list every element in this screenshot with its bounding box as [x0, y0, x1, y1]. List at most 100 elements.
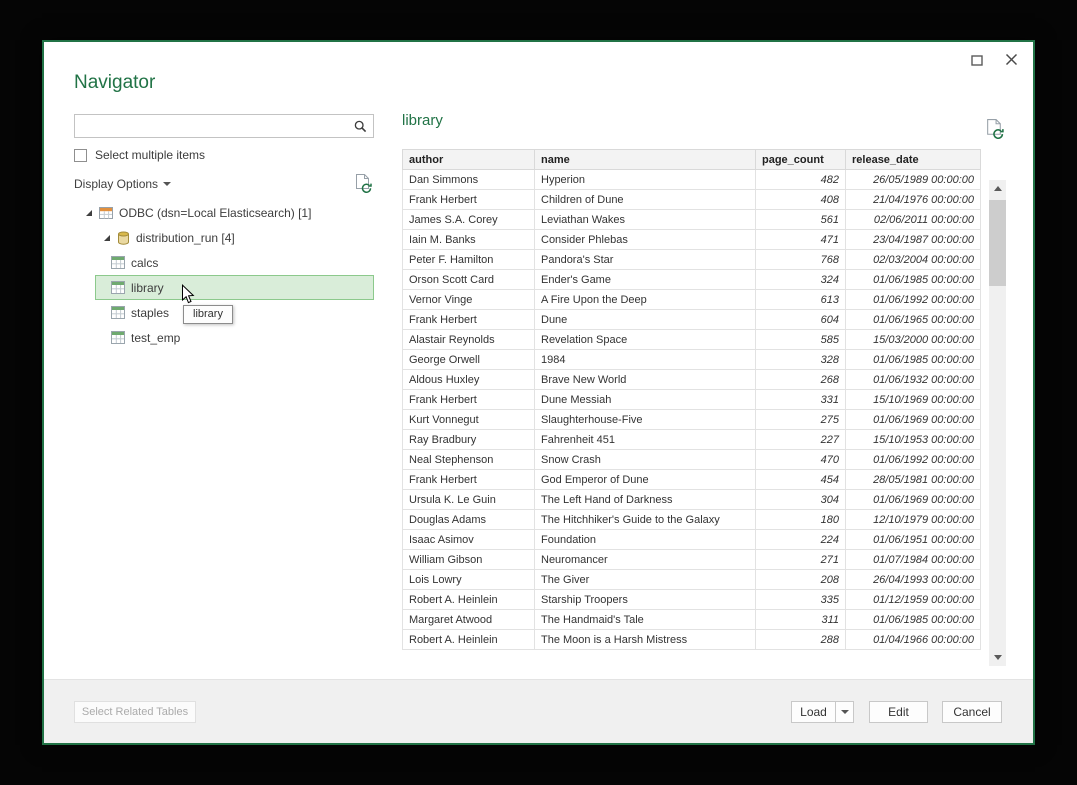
cell-author: Frank Herbert: [403, 390, 535, 410]
cell-name: The Hitchhiker's Guide to the Galaxy: [535, 510, 756, 530]
cell-release-date: 12/10/1979 00:00:00: [846, 510, 981, 530]
tree-item-staples[interactable]: staples: [95, 300, 374, 325]
cancel-button[interactable]: Cancel: [942, 701, 1002, 723]
cell-author: Orson Scott Card: [403, 270, 535, 290]
tree-item-calcs[interactable]: calcs: [95, 250, 374, 275]
cell-page-count: 275: [756, 410, 846, 430]
cell-page-count: 335: [756, 590, 846, 610]
table-row: Frank HerbertGod Emperor of Dune45428/05…: [403, 470, 981, 490]
close-button[interactable]: [1003, 54, 1019, 70]
cell-name: Foundation: [535, 530, 756, 550]
maximize-button[interactable]: [969, 54, 985, 70]
cell-page-count: 180: [756, 510, 846, 530]
cell-author: James S.A. Corey: [403, 210, 535, 230]
cell-name: The Handmaid's Tale: [535, 610, 756, 630]
preview-table: author name page_count release_date Dan …: [402, 149, 981, 650]
expand-collapse-icon[interactable]: [102, 233, 112, 243]
load-button[interactable]: Load: [791, 701, 835, 723]
cell-release-date: 15/10/1969 00:00:00: [846, 390, 981, 410]
refresh-navigator-button[interactable]: [354, 173, 372, 198]
cell-page-count: 604: [756, 310, 846, 330]
cell-author: George Orwell: [403, 350, 535, 370]
display-options-row: Display Options: [74, 175, 374, 195]
select-multiple-label: Select multiple items: [95, 148, 205, 162]
cell-name: Fahrenheit 451: [535, 430, 756, 450]
tree-item-label: test_emp: [131, 331, 180, 345]
cell-name: Children of Dune: [535, 190, 756, 210]
edit-button[interactable]: Edit: [869, 701, 928, 723]
cell-name: Brave New World: [535, 370, 756, 390]
cell-name: 1984: [535, 350, 756, 370]
cell-release-date: 15/03/2000 00:00:00: [846, 330, 981, 350]
cell-author: Neal Stephenson: [403, 450, 535, 470]
tree-node-odbc[interactable]: ODBC (dsn=Local Elasticsearch) [1]: [74, 200, 374, 225]
cell-name: God Emperor of Dune: [535, 470, 756, 490]
cell-page-count: 470: [756, 450, 846, 470]
cell-page-count: 768: [756, 250, 846, 270]
select-related-tables-button[interactable]: Select Related Tables: [74, 701, 196, 723]
tree-item-library[interactable]: library: [95, 275, 374, 300]
cell-name: Revelation Space: [535, 330, 756, 350]
expand-collapse-icon[interactable]: [84, 208, 94, 218]
search-box: [74, 114, 374, 138]
cell-author: Kurt Vonnegut: [403, 410, 535, 430]
cell-release-date: 01/06/1992 00:00:00: [846, 290, 981, 310]
tree-item-test-emp[interactable]: test_emp: [95, 325, 374, 350]
cell-name: Leviathan Wakes: [535, 210, 756, 230]
table-row: Ursula K. Le GuinThe Left Hand of Darkne…: [403, 490, 981, 510]
cell-page-count: 328: [756, 350, 846, 370]
table-row: Aldous HuxleyBrave New World26801/06/193…: [403, 370, 981, 390]
cell-author: Aldous Huxley: [403, 370, 535, 390]
cell-author: Frank Herbert: [403, 310, 535, 330]
maximize-icon: [971, 53, 983, 71]
scroll-down-arrow-icon[interactable]: [989, 649, 1006, 666]
table-row: George Orwell198432801/06/1985 00:00:00: [403, 350, 981, 370]
scrollbar-thumb[interactable]: [989, 200, 1006, 286]
navigator-tree: ODBC (dsn=Local Elasticsearch) [1] distr…: [74, 200, 374, 350]
cell-name: The Moon is a Harsh Mistress: [535, 630, 756, 650]
display-options-dropdown[interactable]: Display Options: [74, 177, 171, 191]
table-row: Frank HerbertDune Messiah33115/10/1969 0…: [403, 390, 981, 410]
tree-node-database[interactable]: distribution_run [4]: [74, 225, 374, 250]
vertical-scrollbar[interactable]: [989, 180, 1006, 666]
load-dropdown-button[interactable]: [835, 701, 854, 723]
search-input[interactable]: [75, 115, 373, 137]
cell-page-count: 227: [756, 430, 846, 450]
table-row: Alastair ReynoldsRevelation Space58515/0…: [403, 330, 981, 350]
cell-page-count: 271: [756, 550, 846, 570]
refresh-preview-button[interactable]: [985, 118, 1004, 144]
close-icon: [1005, 53, 1018, 71]
preview-table-body: Dan SimmonsHyperion48226/05/1989 00:00:0…: [403, 170, 981, 650]
cell-page-count: 288: [756, 630, 846, 650]
cell-page-count: 482: [756, 170, 846, 190]
tree-node-label: distribution_run [4]: [136, 231, 235, 245]
cell-release-date: 01/07/1984 00:00:00: [846, 550, 981, 570]
search-icon[interactable]: [353, 119, 368, 139]
page-title: Navigator: [74, 72, 155, 94]
cell-release-date: 15/10/1953 00:00:00: [846, 430, 981, 450]
table-row: Peter F. HamiltonPandora's Star76802/03/…: [403, 250, 981, 270]
cell-author: Frank Herbert: [403, 190, 535, 210]
cell-name: The Giver: [535, 570, 756, 590]
scroll-up-arrow-icon[interactable]: [989, 180, 1006, 197]
chevron-down-icon: [163, 182, 171, 186]
display-options-label: Display Options: [74, 177, 158, 191]
column-header-name: name: [535, 150, 756, 170]
database-icon: [117, 231, 130, 245]
cell-page-count: 408: [756, 190, 846, 210]
odbc-source-icon: [99, 206, 113, 220]
cell-author: Frank Herbert: [403, 470, 535, 490]
table-icon: [111, 306, 125, 319]
table-row: Frank HerbertChildren of Dune40821/04/19…: [403, 190, 981, 210]
cell-release-date: 01/12/1959 00:00:00: [846, 590, 981, 610]
cell-page-count: 471: [756, 230, 846, 250]
cell-release-date: 01/06/1992 00:00:00: [846, 450, 981, 470]
cell-name: Slaughterhouse-Five: [535, 410, 756, 430]
cell-release-date: 23/04/1987 00:00:00: [846, 230, 981, 250]
refresh-page-icon: [985, 118, 1004, 139]
cell-release-date: 01/06/1951 00:00:00: [846, 530, 981, 550]
cell-name: A Fire Upon the Deep: [535, 290, 756, 310]
cell-name: Pandora's Star: [535, 250, 756, 270]
select-multiple-checkbox[interactable]: [74, 149, 87, 162]
cell-release-date: 01/06/1969 00:00:00: [846, 410, 981, 430]
